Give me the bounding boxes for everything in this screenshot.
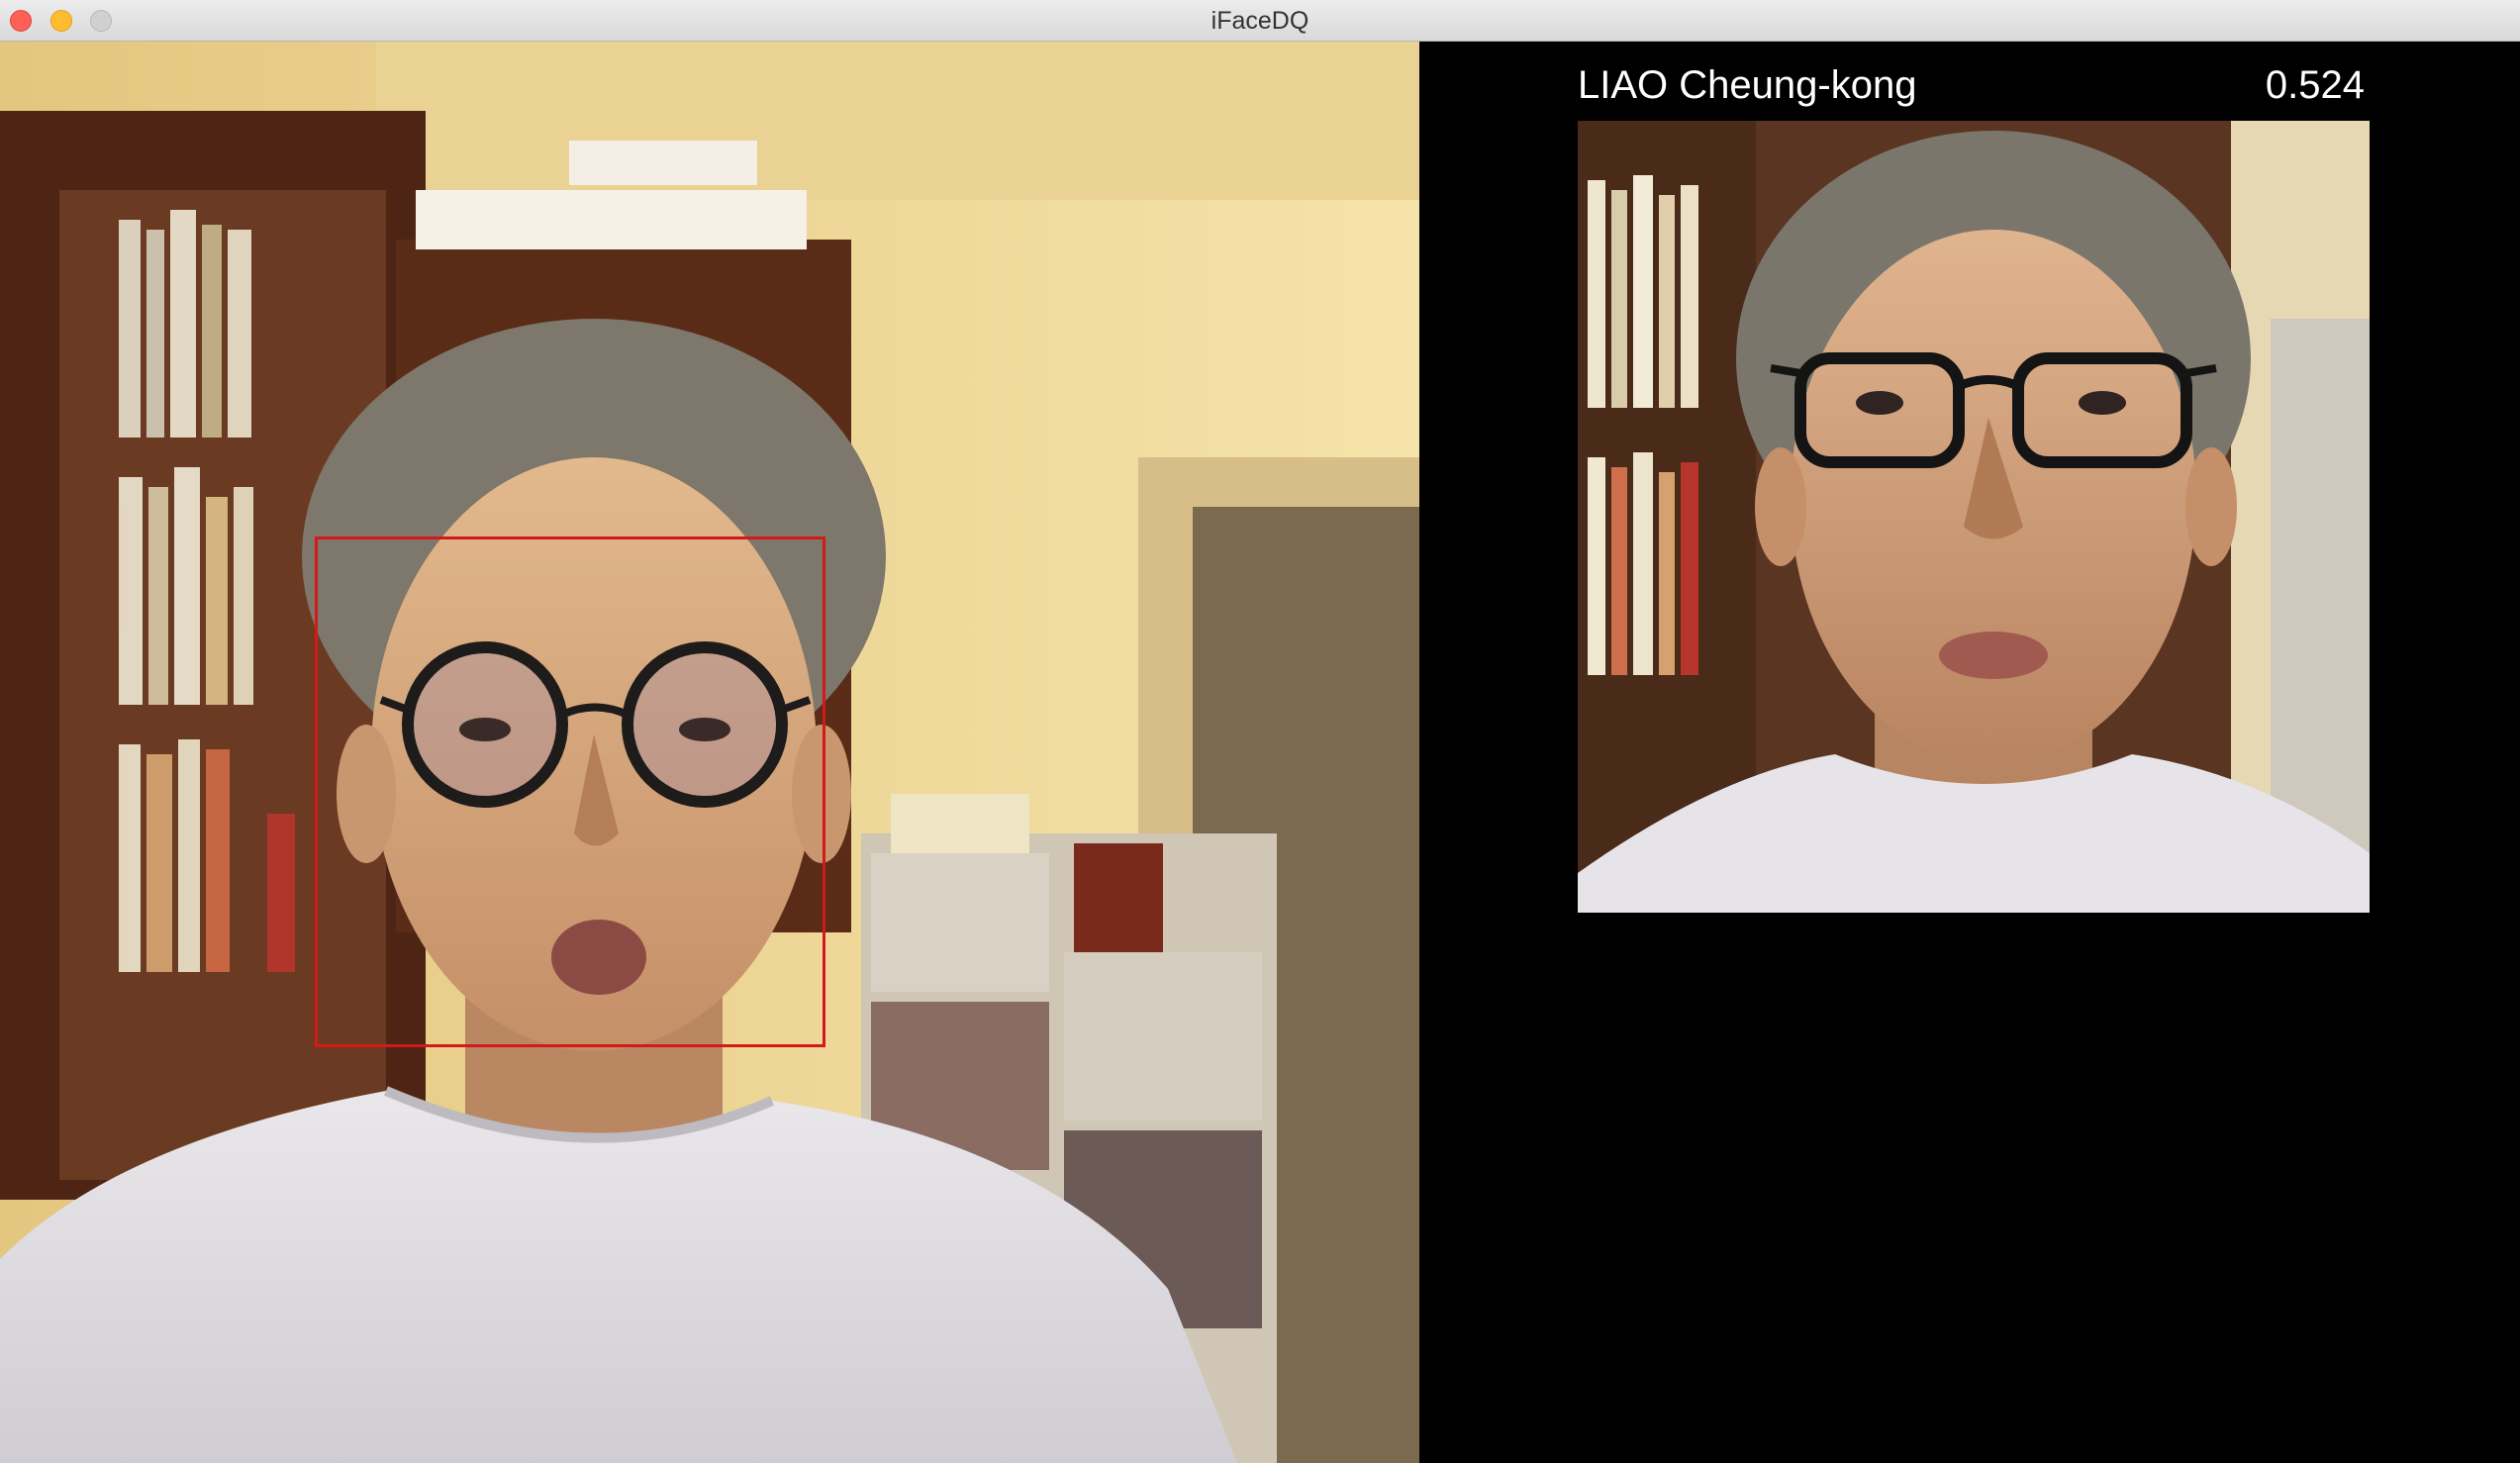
match-panel: LIAO Cheung-kong 0.524 [1419, 42, 2520, 1463]
match-score: 0.524 [2265, 63, 2365, 107]
matched-person-name: LIAO Cheung-kong [1578, 63, 1917, 107]
matched-face-image [1578, 121, 2370, 913]
face-detection-box [315, 536, 825, 1047]
title-bar: iFaceDQ [0, 0, 2520, 42]
window-title: iFaceDQ [1211, 7, 1309, 35]
matched-face-photo [1578, 121, 2370, 913]
camera-feed [0, 42, 1419, 1463]
